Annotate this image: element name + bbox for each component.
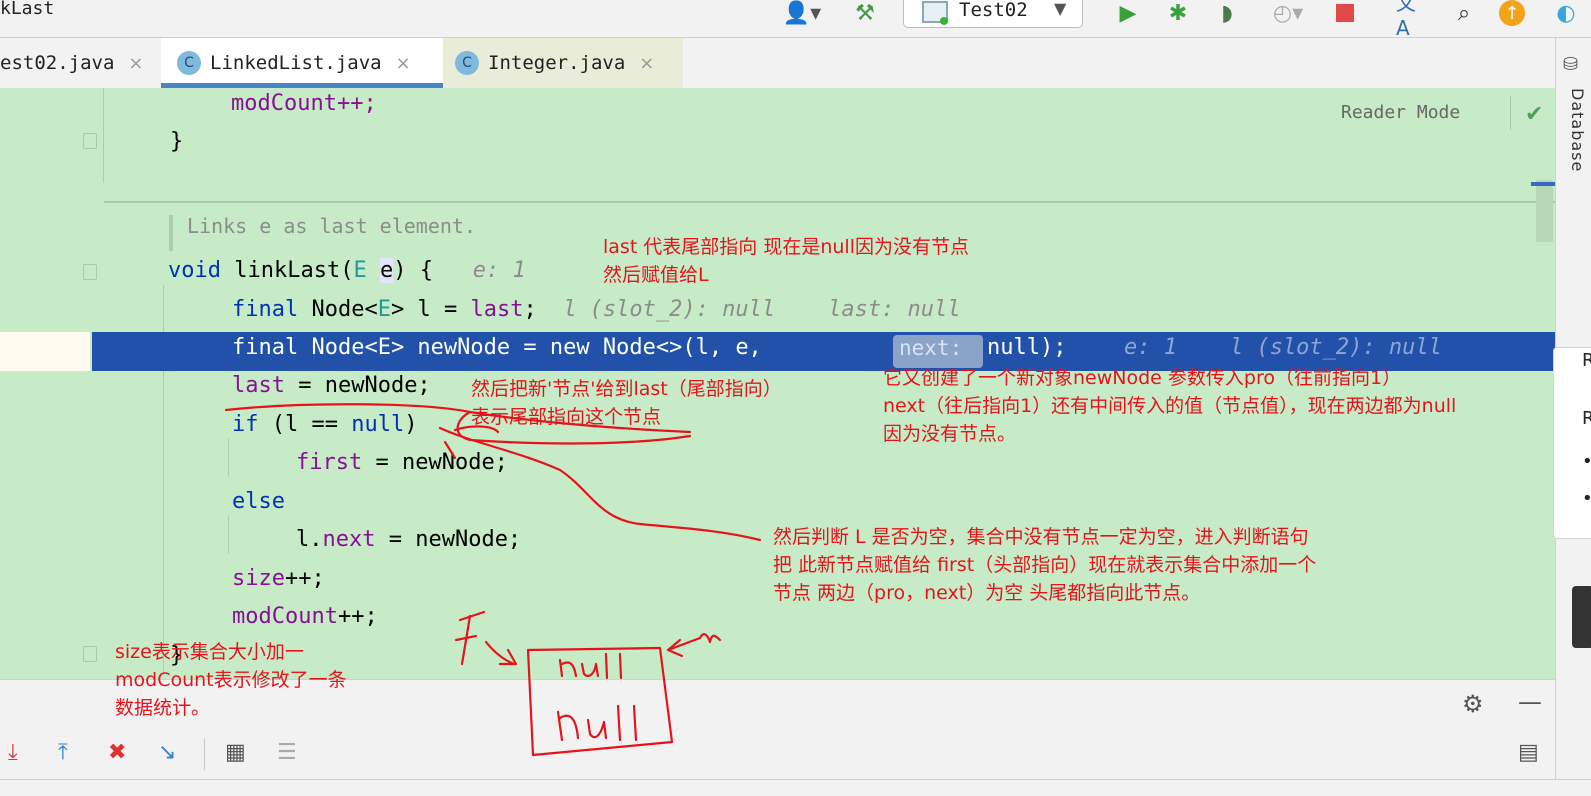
fold-marker-icon[interactable] [83, 133, 97, 149]
trace-icon[interactable]: ☰ [277, 740, 297, 765]
close-icon[interactable]: × [396, 53, 411, 74]
tab-label: LinkedList.java [210, 52, 382, 74]
code-line: final Node<E> l = last; l (slot_2): null… [232, 297, 961, 322]
editor-tab-bar: est02.java × C LinkedList.java × C Integ… [0, 38, 1555, 89]
check-icon[interactable]: ✔ [1525, 102, 1543, 127]
popup-bullet: • [1582, 451, 1591, 472]
annotation-last: last 代表尾部指向 现在是null因为没有节点 然后赋值给L [603, 236, 969, 286]
drop-frame-icon[interactable]: ✖ [108, 740, 126, 765]
gear-icon[interactable]: ⚙ [1462, 690, 1484, 718]
close-icon[interactable]: × [639, 53, 654, 74]
annotation-assign-last: 然后把新'节点'给到last（尾部指向） 表示尾部指向这个节点 [471, 378, 782, 428]
fold-marker-icon[interactable] [83, 646, 97, 662]
code-line: first = newNode; [296, 450, 508, 475]
code-line: l.next = newNode; [296, 527, 522, 552]
code-line: size++; [232, 566, 325, 591]
run-to-cursor-icon[interactable]: ↘ [158, 740, 176, 765]
indent-guide [228, 516, 229, 554]
user-icon[interactable]: 👤▾ [778, 0, 826, 26]
window-title: kLast [0, 0, 55, 19]
gutter-line [103, 88, 104, 183]
code-line: } [170, 129, 184, 154]
search-icon[interactable]: ⌕ [1450, 0, 1478, 26]
reader-mode-button[interactable]: Reader Mode [1341, 102, 1460, 123]
database-tool-button[interactable]: Database [1568, 88, 1587, 172]
doc-comment: Links e as last element. [187, 214, 476, 238]
evaluate-icon[interactable]: ▦ [225, 740, 246, 765]
running-dot-icon [940, 17, 948, 25]
step-into-icon[interactable]: ⤓ [8, 740, 18, 765]
fold-marker-icon[interactable] [83, 264, 97, 280]
main-toolbar: kLast 👤▾ ⚒ Test02 ▼ ▶ ✱ ◗ ◴▾ 文A ⌕ ↑ ◐ [0, 0, 1591, 40]
status-bar [0, 779, 1591, 796]
popup-text: R [1582, 350, 1591, 371]
code-line-current-end: null); [987, 335, 1067, 360]
annotation-new-node: 它又创建了一个新对象newNode 参数传入pro（往前指向1） next（往后… [883, 367, 1457, 445]
popup-bullet: • [1582, 488, 1591, 509]
tab-label: est02.java [0, 52, 115, 74]
class-icon: C [455, 51, 479, 75]
execution-gutter [0, 332, 90, 371]
minimize-icon[interactable]: — [1518, 688, 1542, 716]
code-line: modCount++; [231, 91, 377, 116]
close-icon[interactable]: × [128, 53, 143, 74]
code-line: void linkLast(E e) { e: 1 [168, 258, 526, 283]
inline-debug-value: e: 1 l (slot_2): null [1124, 335, 1442, 360]
build-hammer-icon[interactable]: ⚒ [850, 0, 880, 26]
database-icon[interactable]: ⛁ [1563, 54, 1578, 75]
tab-linkedlist[interactable]: C LinkedList.java × [161, 38, 443, 88]
param-hint: next: [899, 336, 963, 360]
tab-integer[interactable]: C Integer.java × [443, 38, 683, 88]
profile-icon[interactable]: ◴▾ [1262, 0, 1314, 26]
annotation-size: size表示集合大小加一 modCount表示修改了一条 数据统计。 [115, 641, 347, 719]
layout-icon[interactable]: ▤ [1518, 740, 1539, 765]
code-line: else [232, 489, 285, 514]
class-icon: C [177, 51, 201, 75]
scrollbar-thumb[interactable] [1536, 180, 1553, 242]
run-icon[interactable]: ▶ [1115, 0, 1141, 26]
debug-icon[interactable]: ✱ [1163, 0, 1193, 26]
coverage-icon[interactable]: ◗ [1212, 0, 1242, 26]
update-icon[interactable]: ↑ [1498, 0, 1526, 26]
method-separator [104, 201, 1555, 203]
code-line: last = newNode; [232, 373, 431, 398]
step-out-icon[interactable]: ⤒ [58, 740, 68, 765]
code-line: modCount++; [232, 604, 378, 629]
popup-text: R [1582, 408, 1591, 429]
translate-icon[interactable]: 文A [1396, 0, 1428, 40]
popup-panel [1553, 347, 1591, 539]
indent-guide [228, 438, 229, 476]
annotation-if-null: 然后判断 L 是否为空，集合中没有节点一定为空，进入判断语句 把 此新节点赋值给… [773, 526, 1317, 604]
code-line: if (l == null) [232, 412, 418, 437]
scroll-marker [1531, 182, 1555, 186]
side-widget[interactable] [1572, 586, 1591, 648]
tab-test02[interactable]: est02.java × [0, 38, 161, 88]
tab-label: Integer.java [488, 52, 626, 74]
doc-comment-bar [169, 215, 173, 251]
run-config-dropdown[interactable]: Test02 ▼ [903, 0, 1083, 28]
plugin-icon[interactable]: ◐ [1552, 0, 1580, 26]
chevron-down-icon: ▼ [1054, 0, 1067, 18]
stop-icon[interactable] [1334, 0, 1356, 26]
run-config-label: Test02 [959, 0, 1028, 21]
code-line-current: final Node<E> newNode = new Node<>(l, e, [232, 335, 762, 360]
